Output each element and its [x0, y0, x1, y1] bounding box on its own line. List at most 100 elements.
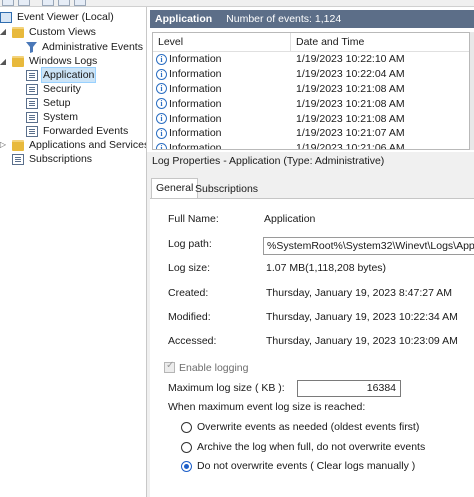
tree-item-system[interactable]: System [26, 110, 80, 124]
level-cell: i Information [153, 83, 291, 95]
properties-icon[interactable] [58, 0, 70, 6]
when-max-label: When maximum event log size is reached: [168, 401, 366, 413]
information-icon: i [156, 98, 167, 110]
subscriptions-icon [12, 153, 24, 165]
table-row[interactable]: i Information 1/19/2023 10:21:06 AM [153, 141, 469, 150]
tree-item-label: Windows Logs [29, 55, 98, 67]
information-icon: i [156, 68, 167, 80]
tree-item-windows-logs[interactable]: Windows Logs [12, 54, 99, 68]
do-not-overwrite-radio[interactable] [181, 461, 192, 472]
table-row[interactable]: i Information 1/19/2023 10:21:08 AM [153, 96, 469, 111]
event-count: Number of events: 1,124 [226, 13, 342, 25]
information-icon: i [156, 83, 167, 95]
log-path-label: Log path: [168, 238, 212, 250]
table-row[interactable]: i Information 1/19/2023 10:21:08 AM [153, 82, 469, 97]
column-header-level[interactable]: Level [153, 33, 291, 52]
tree-item-label: Event Viewer (Local) [17, 11, 114, 23]
tree-item-apps-services[interactable]: Applications and Services Lo [12, 138, 147, 152]
table-row[interactable]: i Information 1/19/2023 10:22:04 AM [153, 67, 469, 82]
information-icon: i [156, 142, 167, 149]
level-text: Information [169, 97, 222, 110]
log-icon [26, 125, 38, 137]
tree-item-label: System [43, 111, 79, 123]
log-name: Application [155, 13, 213, 25]
full-name-label: Full Name: [168, 213, 219, 225]
tree-item-label: Applications and Services Lo [29, 139, 147, 151]
datetime-cell: 1/19/2023 10:21:06 AM [296, 142, 405, 150]
overwrite-label: Overwrite events as needed (oldest event… [197, 421, 420, 433]
table-row[interactable]: i Information 1/19/2023 10:22:10 AM [153, 52, 469, 67]
filter-icon [26, 41, 37, 53]
overwrite-radio[interactable] [181, 422, 192, 433]
event-viewer-icon [0, 11, 12, 23]
tree-item-application[interactable]: Application [26, 67, 97, 83]
toolbar [0, 0, 474, 7]
information-icon: i [156, 127, 167, 139]
datetime-cell: 1/19/2023 10:21:08 AM [296, 97, 405, 110]
column-header-datetime[interactable]: Date and Time [291, 33, 364, 52]
tree-item-label: Security [43, 83, 81, 95]
events-scrollbar[interactable] [470, 32, 474, 150]
datetime-cell: 1/19/2023 10:21:08 AM [296, 112, 405, 125]
tree-item-label: Application [41, 67, 97, 83]
tree-item-label: Setup [43, 97, 71, 109]
modified-label: Modified: [168, 311, 211, 323]
tree-item-security[interactable]: Security [26, 82, 83, 96]
tree-item-event-viewer[interactable]: Event Viewer (Local) [0, 10, 116, 24]
folder-icon [12, 139, 24, 151]
up-icon[interactable] [42, 0, 54, 6]
tab-subscriptions[interactable]: Subscriptions [191, 180, 262, 199]
tree-item-label: Forwarded Events [43, 125, 129, 137]
events-table-body: i Information 1/19/2023 10:22:10 AM i Inform… [153, 52, 469, 150]
level-cell: i Information [153, 53, 291, 65]
created-value: Thursday, January 19, 2023 8:47:27 AM [266, 287, 453, 299]
information-icon: i [156, 113, 167, 125]
tree-item-forwarded-events[interactable]: Forwarded Events [26, 124, 130, 138]
information-icon: i [156, 53, 167, 65]
console-tree: Event Viewer (Local) ◢ Custom Views Admi… [0, 7, 147, 497]
level-text: Information [169, 112, 222, 125]
events-table: Level Date and Time i Information 1/19/202… [152, 32, 470, 150]
max-size-input[interactable]: 16384 [297, 380, 401, 397]
created-label: Created: [168, 287, 209, 299]
level-cell: i Information [153, 68, 291, 80]
level-text: Information [169, 53, 222, 66]
level-cell: i Information [153, 127, 291, 139]
expand-arrow-icon[interactable]: ◢ [0, 57, 7, 66]
expand-arrow-icon[interactable]: ◢ [0, 27, 7, 36]
tree-item-custom-views[interactable]: Custom Views [12, 25, 98, 39]
datetime-cell: 1/19/2023 10:21:08 AM [296, 82, 405, 95]
datetime-cell: 1/19/2023 10:21:07 AM [296, 127, 405, 140]
table-row[interactable]: i Information 1/19/2023 10:21:08 AM [153, 111, 469, 126]
help-icon[interactable] [74, 0, 86, 6]
log-icon [26, 97, 38, 109]
archive-label: Archive the log when full, do not overwr… [197, 441, 426, 453]
modified-value: Thursday, January 19, 2023 10:22:34 AM [266, 311, 458, 323]
forward-icon[interactable] [18, 0, 30, 6]
accessed-value: Thursday, January 19, 2023 10:23:09 AM [266, 335, 458, 347]
full-name-value: Application [264, 213, 316, 225]
tree-item-administrative-events[interactable]: Administrative Events [26, 40, 145, 54]
tree-item-setup[interactable]: Setup [26, 96, 72, 110]
archive-radio[interactable] [181, 442, 192, 453]
datetime-cell: 1/19/2023 10:22:04 AM [296, 68, 405, 81]
tree-item-subscriptions[interactable]: Subscriptions [12, 152, 94, 166]
enable-logging-checkbox[interactable] [164, 360, 175, 373]
dialog-title: Log Properties - Application (Type: Admi… [152, 155, 385, 167]
events-table-header: Level Date and Time [153, 33, 469, 52]
folder-icon [12, 26, 24, 38]
log-size-value: 1.07 MB(1,118,208 bytes) [266, 262, 387, 274]
accessed-label: Accessed: [168, 335, 217, 347]
tree-item-label: Custom Views [29, 26, 96, 38]
log-icon [26, 111, 38, 123]
log-path-field[interactable]: %SystemRoot%\System32\Winevt\Logs\Applic… [263, 237, 474, 255]
level-cell: i Information [153, 113, 291, 125]
level-cell: i Information [153, 98, 291, 110]
table-row[interactable]: i Information 1/19/2023 10:21:07 AM [153, 126, 469, 141]
level-cell: i Information [153, 142, 291, 149]
max-size-label: Maximum log size ( KB ): [168, 382, 285, 394]
tree-item-label: Subscriptions [29, 153, 93, 165]
folder-icon [12, 55, 24, 67]
back-icon[interactable] [2, 0, 14, 6]
collapse-arrow-icon[interactable]: ▷ [0, 140, 7, 149]
